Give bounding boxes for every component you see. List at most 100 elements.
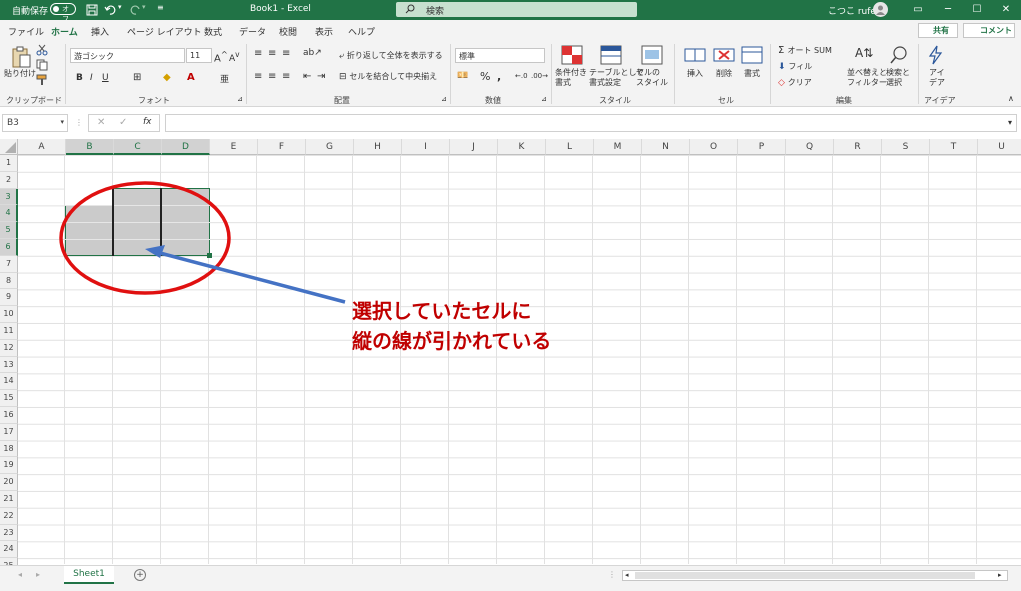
column-header-f[interactable]: F — [258, 139, 306, 155]
new-sheet-button[interactable]: + — [134, 569, 146, 581]
column-header-q[interactable]: Q — [786, 139, 834, 155]
phonetic-guide-icon[interactable]: 亜 — [220, 72, 229, 85]
row-header-18[interactable]: 18 — [0, 440, 18, 458]
column-header-h[interactable]: H — [354, 139, 402, 155]
ribbon-display-options-button[interactable]: ▭ — [903, 0, 933, 20]
horizontal-scrollbar[interactable]: ◂ ▸ — [622, 570, 1008, 581]
row-header-7[interactable]: 7 — [0, 255, 18, 273]
column-header-d[interactable]: D — [162, 139, 210, 155]
formula-input[interactable] — [165, 114, 1017, 132]
comments-button[interactable]: コメント — [963, 23, 1015, 38]
column-header-m[interactable]: M — [594, 139, 642, 155]
ideas-label[interactable]: アイ デア — [929, 68, 945, 88]
column-header-u[interactable]: U — [978, 139, 1021, 155]
row-header-21[interactable]: 21 — [0, 491, 18, 508]
maximize-button[interactable]: ☐ — [962, 0, 992, 20]
redo-dropdown-icon[interactable]: ▾ — [142, 3, 156, 17]
sort-filter-icon[interactable]: A⇅ — [855, 46, 873, 60]
copy-icon[interactable] — [36, 59, 48, 71]
column-header-p[interactable]: P — [738, 139, 786, 155]
format-cells-icon[interactable] — [741, 45, 763, 65]
scroll-right-icon[interactable]: ▸ — [998, 571, 1002, 579]
row-header-3[interactable]: 3 — [0, 188, 18, 206]
decrease-font-size-icon[interactable]: Av — [229, 50, 240, 64]
alignment-dialog-launcher-icon[interactable]: ⊿ — [441, 95, 447, 103]
ideas-icon[interactable] — [927, 45, 945, 65]
align-top-icon[interactable]: ≡ — [254, 48, 262, 59]
tab-view[interactable]: 表示 — [315, 25, 333, 38]
tab-help[interactable]: ヘルプ — [348, 25, 375, 38]
accounting-format-icon[interactable]: 💴 — [457, 71, 468, 81]
align-center-icon[interactable]: ≡ — [268, 71, 276, 82]
format-painter-icon[interactable] — [36, 74, 48, 86]
row-header-23[interactable]: 23 — [0, 524, 18, 542]
close-button[interactable]: ✕ — [991, 0, 1021, 20]
fill-button[interactable]: ⬇ フィル — [778, 61, 812, 72]
cut-icon[interactable] — [36, 44, 48, 56]
sort-filter-label[interactable]: 並べ替えと フィルター — [847, 68, 887, 88]
share-button[interactable]: 共有 — [918, 23, 958, 38]
tab-split-handle-icon[interactable]: ⋮ — [608, 570, 616, 579]
select-all-button[interactable] — [0, 139, 18, 155]
column-header-e[interactable]: E — [210, 139, 258, 155]
row-header-10[interactable]: 10 — [0, 306, 18, 323]
delete-cells-icon[interactable] — [713, 45, 735, 65]
conditional-formatting-label[interactable]: 条件付き 書式 — [555, 68, 587, 88]
font-dialog-launcher-icon[interactable]: ⊿ — [237, 95, 243, 103]
percent-style-icon[interactable]: % — [480, 70, 490, 83]
row-header-2[interactable]: 2 — [0, 171, 18, 189]
row-header-20[interactable]: 20 — [0, 474, 18, 491]
column-header-i[interactable]: I — [402, 139, 450, 155]
column-header-k[interactable]: K — [498, 139, 546, 155]
column-header-r[interactable]: R — [834, 139, 882, 155]
font-size-select[interactable]: 11 — [186, 48, 212, 63]
tab-file[interactable]: ファイル — [8, 25, 44, 38]
active-cell[interactable] — [65, 188, 113, 205]
search-box[interactable]: 検索 — [396, 2, 637, 17]
decrease-decimal-icon[interactable]: .00→ — [531, 72, 548, 80]
increase-indent-icon[interactable]: ⇥ — [317, 71, 325, 82]
minimize-button[interactable]: ─ — [933, 0, 963, 20]
font-name-select[interactable]: 游ゴシック — [70, 48, 185, 63]
format-cells-label[interactable]: 書式 — [744, 68, 760, 79]
avatar[interactable] — [873, 2, 888, 17]
enter-icon[interactable]: ✓ — [119, 117, 127, 128]
row-header-5[interactable]: 5 — [0, 222, 18, 239]
scroll-sheets-right-icon[interactable]: ▸ — [36, 570, 40, 579]
row-header-15[interactable]: 15 — [0, 390, 18, 407]
fill-color-icon[interactable]: ◆ — [163, 72, 171, 83]
wrap-text-button[interactable]: ⤶ 折り返して全体を表示する — [339, 50, 443, 61]
paste-icon[interactable] — [10, 45, 32, 69]
row-header-1[interactable]: 1 — [0, 155, 18, 172]
scrollbar-thumb[interactable] — [635, 572, 975, 579]
tab-insert[interactable]: 挿入 — [91, 25, 109, 38]
cancel-icon[interactable]: ✕ — [97, 117, 105, 128]
paste-label[interactable]: 貼り付け — [4, 68, 36, 79]
number-dialog-launcher-icon[interactable]: ⊿ — [541, 95, 547, 103]
collapse-ribbon-icon[interactable]: ∧ — [1008, 94, 1014, 103]
row-header-9[interactable]: 9 — [0, 289, 18, 307]
tab-home[interactable]: ホーム — [51, 25, 78, 42]
borders-icon[interactable]: ⊞ — [133, 72, 141, 83]
tab-data[interactable]: データ — [239, 25, 266, 38]
italic-icon[interactable]: I — [90, 73, 93, 83]
tab-page-layout[interactable]: ページ レイアウト — [127, 25, 202, 38]
column-header-s[interactable]: S — [882, 139, 930, 155]
redo-icon[interactable] — [128, 3, 142, 17]
row-header-8[interactable]: 8 — [0, 272, 18, 290]
column-header-n[interactable]: N — [642, 139, 690, 155]
comma-style-icon[interactable]: , — [497, 70, 501, 83]
row-header-24[interactable]: 24 — [0, 541, 18, 559]
formula-bar-handle-icon[interactable]: ⋮ — [75, 118, 83, 127]
save-icon[interactable] — [85, 3, 99, 17]
column-header-t[interactable]: T — [930, 139, 978, 155]
align-bottom-icon[interactable]: ≡ — [282, 48, 290, 59]
number-format-select[interactable]: 標準 — [455, 48, 545, 63]
align-middle-icon[interactable]: ≡ — [268, 48, 276, 59]
column-header-j[interactable]: J — [450, 139, 498, 155]
name-box-dropdown-icon[interactable]: ▾ — [60, 118, 64, 126]
increase-font-size-icon[interactable]: A^ — [214, 49, 228, 64]
font-color-icon[interactable]: A — [187, 72, 195, 83]
tab-review[interactable]: 校閲 — [279, 25, 297, 38]
cell-styles-label[interactable]: セルの スタイル — [636, 68, 668, 88]
